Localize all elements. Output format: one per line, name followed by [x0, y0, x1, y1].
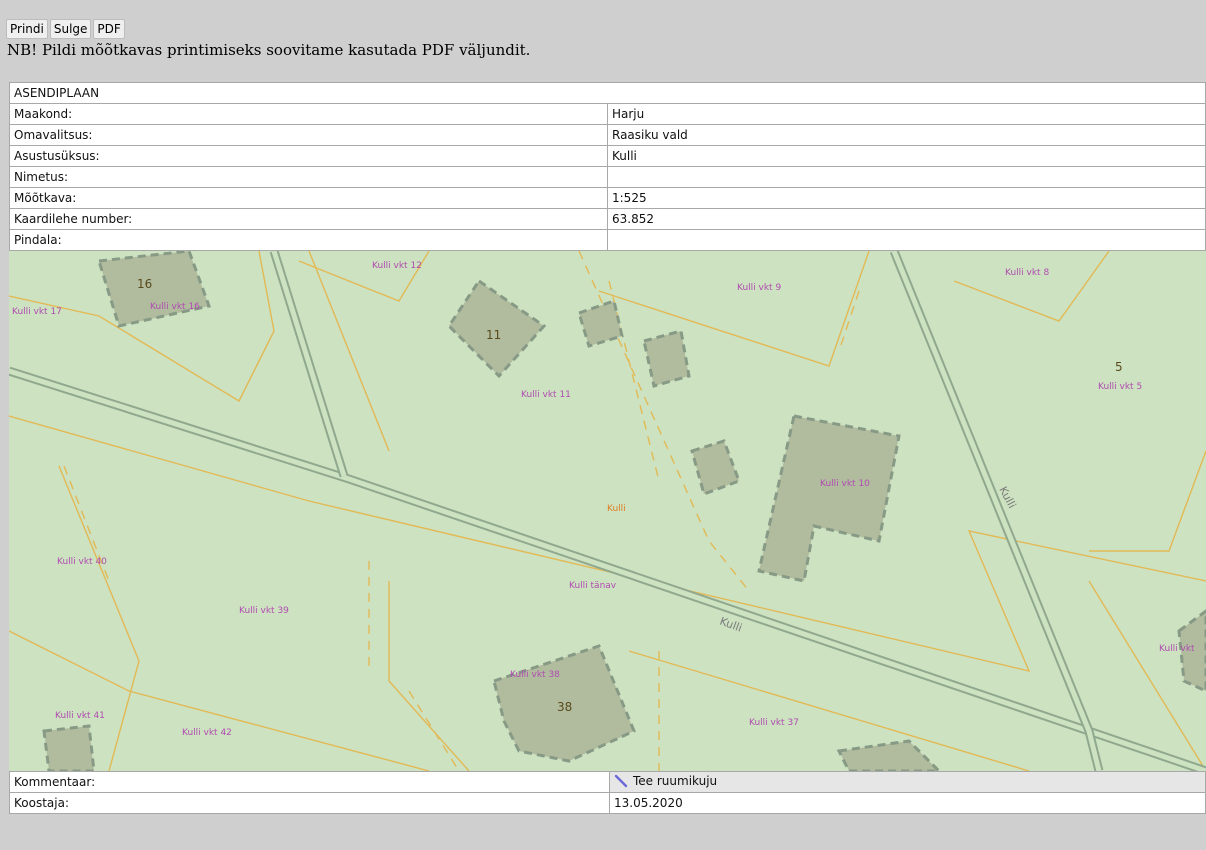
parcel-label-vkt5: Kulli vkt 5: [1098, 382, 1142, 392]
draw-shape-button[interactable]: Tee ruumikuju: [614, 774, 717, 788]
row-county: Maakond: Harju: [9, 103, 1206, 125]
site-plan-sheet: ASENDIPLAAN Maakond: Harju Omavalitsus: …: [9, 82, 1206, 814]
row-comment: Kommentaar: Tee ruumikuju: [9, 771, 1206, 793]
row-scale: Mõõtkava: 1:525: [9, 187, 1206, 209]
title-row: ASENDIPLAAN: [9, 82, 1206, 104]
map-sheet-value: 63.852: [607, 208, 1206, 230]
footer-table: Kommentaar: Tee ruumikuju Koostaja: 13.0…: [9, 771, 1206, 814]
parcel-label-vkt39: Kulli vkt 39: [239, 606, 289, 616]
pdf-button[interactable]: PDF: [93, 19, 125, 39]
scale-value: 1:525: [607, 187, 1206, 209]
close-button[interactable]: Sulge: [49, 19, 92, 39]
pdf-notice: NB! Pildi mõõtkavas printimiseks soovita…: [7, 41, 531, 59]
county-value: Harju: [607, 103, 1206, 125]
info-table: ASENDIPLAAN Maakond: Harju Omavalitsus: …: [9, 82, 1206, 251]
parcel-label-tanav: Kulli tänav: [569, 581, 617, 591]
parcel-label-vkt38: Kulli vkt 38: [510, 670, 560, 680]
map-sheet-label: Kaardilehe number:: [9, 208, 608, 230]
comment-label: Kommentaar:: [9, 771, 610, 793]
parcel-label-vkt8: Kulli vkt 8: [1005, 268, 1049, 278]
house-number-11: 11: [486, 328, 501, 342]
parcel-label-vkt9: Kulli vkt 9: [737, 283, 781, 293]
name-value: [607, 166, 1206, 188]
parcel-label-vkt37: Kulli vkt 37: [749, 718, 799, 728]
sheet-title: ASENDIPLAAN: [9, 82, 1206, 104]
row-author: Koostaja: 13.05.2020: [9, 792, 1206, 814]
draw-shape-label: Tee ruumikuju: [633, 773, 718, 788]
settlement-value: Kulli: [607, 145, 1206, 167]
parcel-label-vkt16: Kulli vkt 16: [150, 302, 200, 312]
toolbar: Prindi Sulge PDF: [6, 19, 125, 39]
parcel-label-vkt42: Kulli vkt 42: [182, 728, 232, 738]
map-view[interactable]: Kulli vkt 12 Kulli vkt 16 Kulli vkt 17 K…: [9, 251, 1206, 771]
area-label: Pindala:: [9, 229, 608, 251]
parcel-label-vkt10: Kulli vkt 10: [820, 479, 870, 489]
building-41: [42, 724, 96, 771]
municipality-label: Omavalitsus:: [9, 124, 608, 146]
draw-shape-cell: Tee ruumikuju: [609, 771, 1206, 793]
row-area: Pindala:: [9, 229, 1206, 251]
print-button[interactable]: Prindi: [6, 19, 48, 39]
scale-label: Mõõtkava:: [9, 187, 608, 209]
settlement-map-label: Kulli: [607, 504, 626, 514]
parcel-label-vkt12: Kulli vkt 12: [372, 261, 422, 271]
municipality-value: Raasiku vald: [607, 124, 1206, 146]
row-municipality: Omavalitsus: Raasiku vald: [9, 124, 1206, 146]
parcel-label-vkt40: Kulli vkt 40: [57, 557, 107, 567]
date-value: 13.05.2020: [609, 792, 1206, 814]
settlement-label: Asustusüksus:: [9, 145, 608, 167]
parcel-label-vkt41: Kulli vkt 41: [55, 711, 105, 721]
county-label: Maakond:: [9, 103, 608, 125]
house-number-5: 5: [1115, 360, 1123, 374]
area-value: [607, 229, 1206, 251]
house-number-16: 16: [137, 277, 152, 291]
pencil-line-icon: [614, 774, 628, 787]
author-label: Koostaja:: [9, 792, 610, 814]
row-map-sheet: Kaardilehe number: 63.852: [9, 208, 1206, 230]
parcel-label-vkt-right: Kulli vkt: [1159, 644, 1195, 654]
parcel-label-vkt11: Kulli vkt 11: [521, 390, 571, 400]
row-name: Nimetus:: [9, 166, 1206, 188]
name-label: Nimetus:: [9, 166, 608, 188]
house-number-38: 38: [557, 700, 572, 714]
parcel-label-vkt17: Kulli vkt 17: [12, 307, 62, 317]
row-settlement: Asustusüksus: Kulli: [9, 145, 1206, 167]
